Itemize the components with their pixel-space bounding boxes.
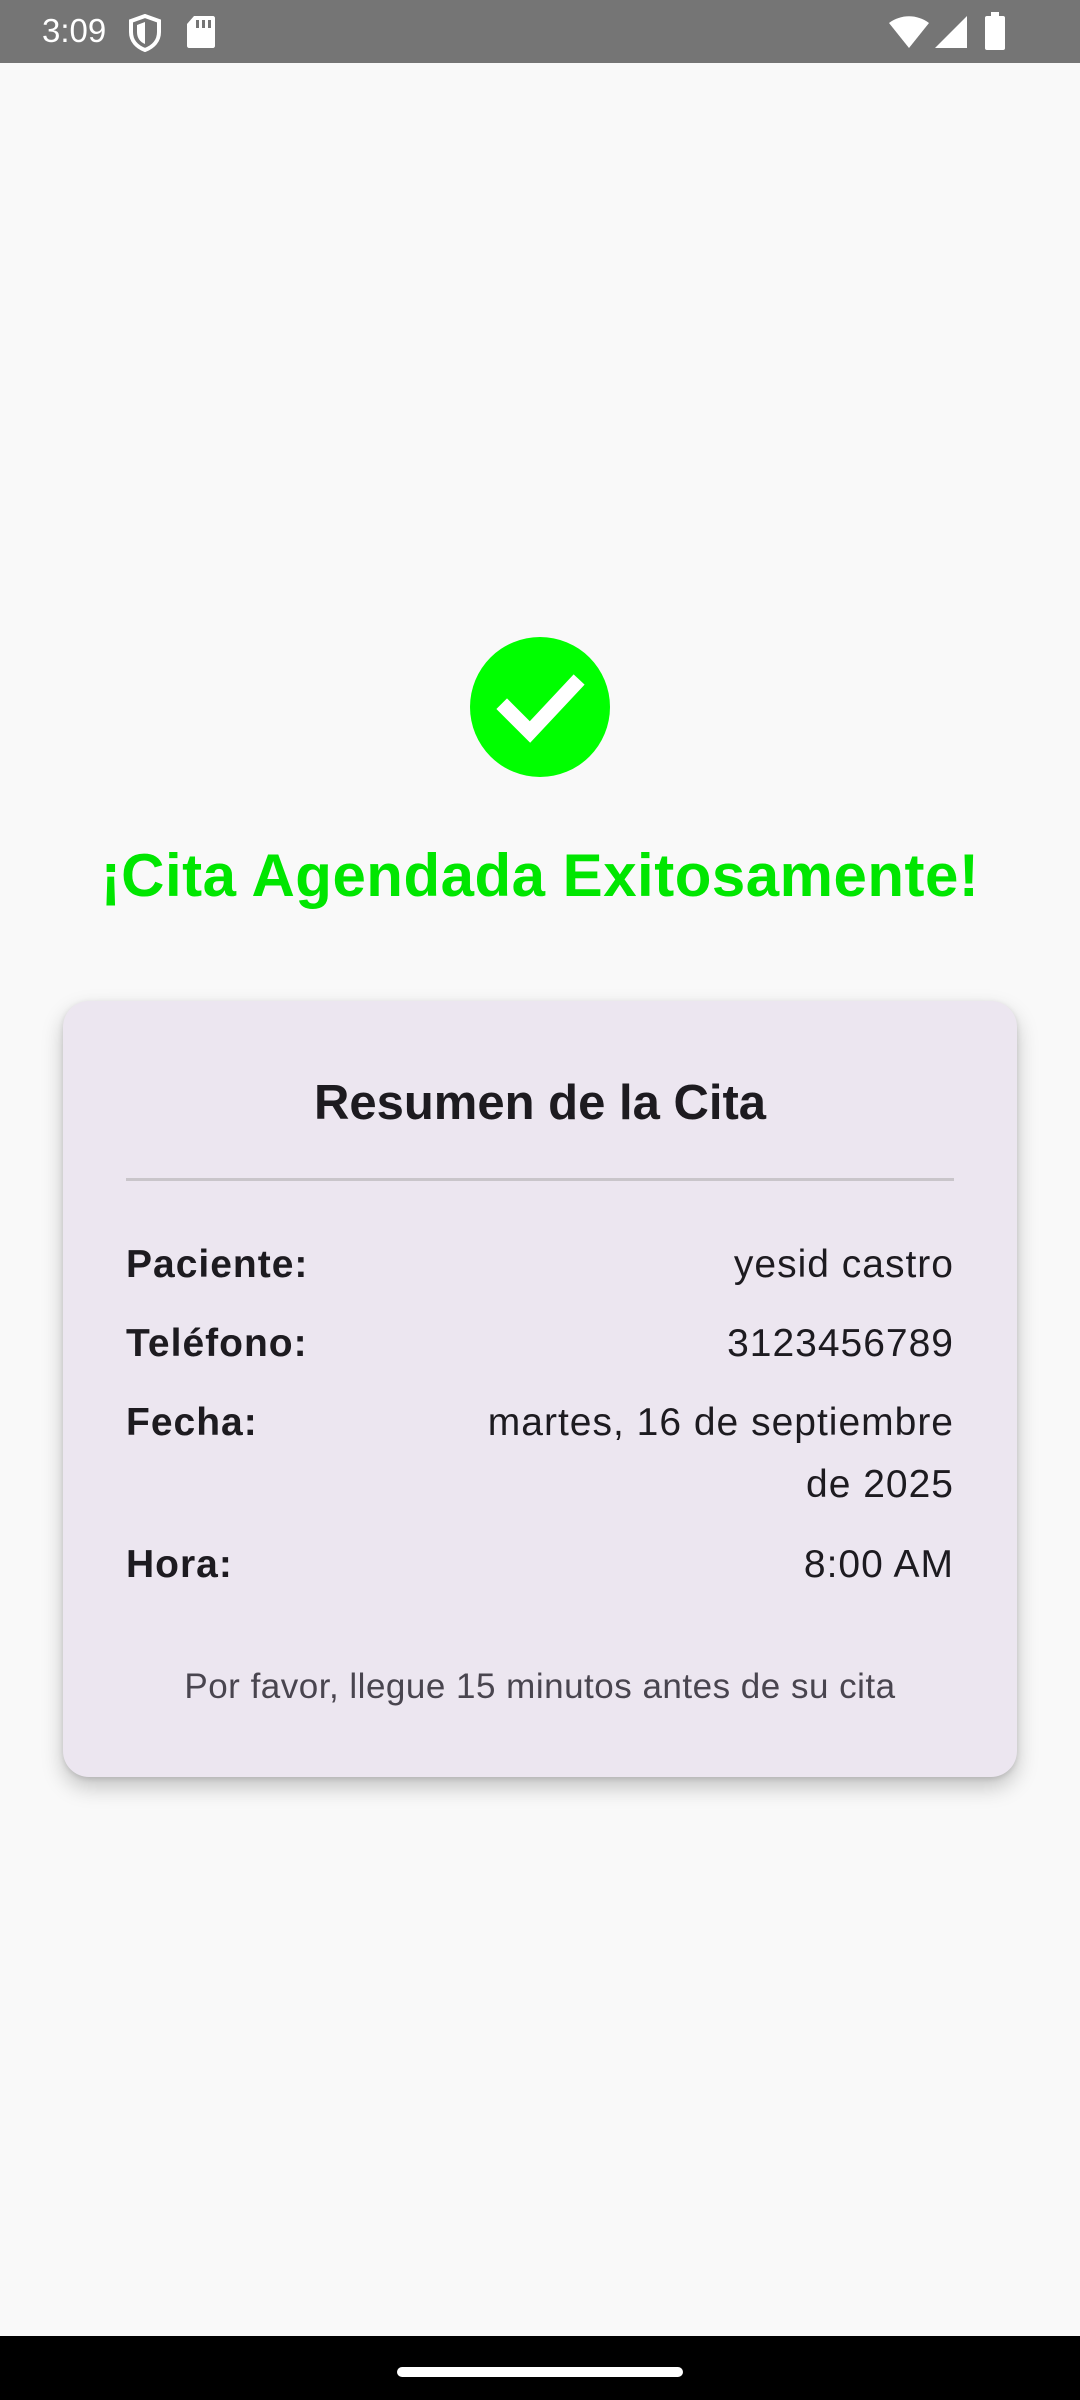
- navigation-bar: [0, 2336, 1080, 2400]
- patient-label: Paciente:: [126, 1243, 309, 1286]
- divider: [126, 1178, 954, 1181]
- patient-value: yesid castro: [733, 1243, 954, 1286]
- check-circle-icon: [470, 637, 610, 777]
- phone-value: 3123456789: [727, 1322, 954, 1365]
- phone-label: Teléfono:: [126, 1322, 308, 1365]
- appointment-summary-card: Resumen de la Cita Paciente: yesid castr…: [63, 1001, 1017, 1777]
- success-title: ¡Cita Agendada Exitosamente!: [100, 842, 980, 909]
- sd-card-icon: [187, 16, 215, 48]
- time-label: Hora:: [126, 1543, 233, 1586]
- status-bar: 3:09: [0, 0, 1080, 63]
- wifi-icon: [889, 16, 929, 48]
- arrival-note: Por favor, llegue 15 minutos antes de su…: [184, 1667, 896, 1706]
- card-title: Resumen de la Cita: [313, 1076, 767, 1130]
- date-label: Fecha:: [126, 1401, 258, 1444]
- shield-icon: [129, 14, 161, 52]
- cellular-signal-icon: [935, 16, 967, 48]
- battery-icon: [985, 12, 1005, 50]
- time-value: 8:00 AM: [803, 1543, 954, 1586]
- status-time: 3:09: [42, 12, 107, 49]
- appointment-confirmation-screen: 3:09 ¡Cita Agendada Exitosamente! Resume…: [0, 0, 1080, 2400]
- home-gesture-handle[interactable]: [397, 2367, 683, 2377]
- date-value: martes, 16 de septiembre de 2025: [487, 1401, 954, 1506]
